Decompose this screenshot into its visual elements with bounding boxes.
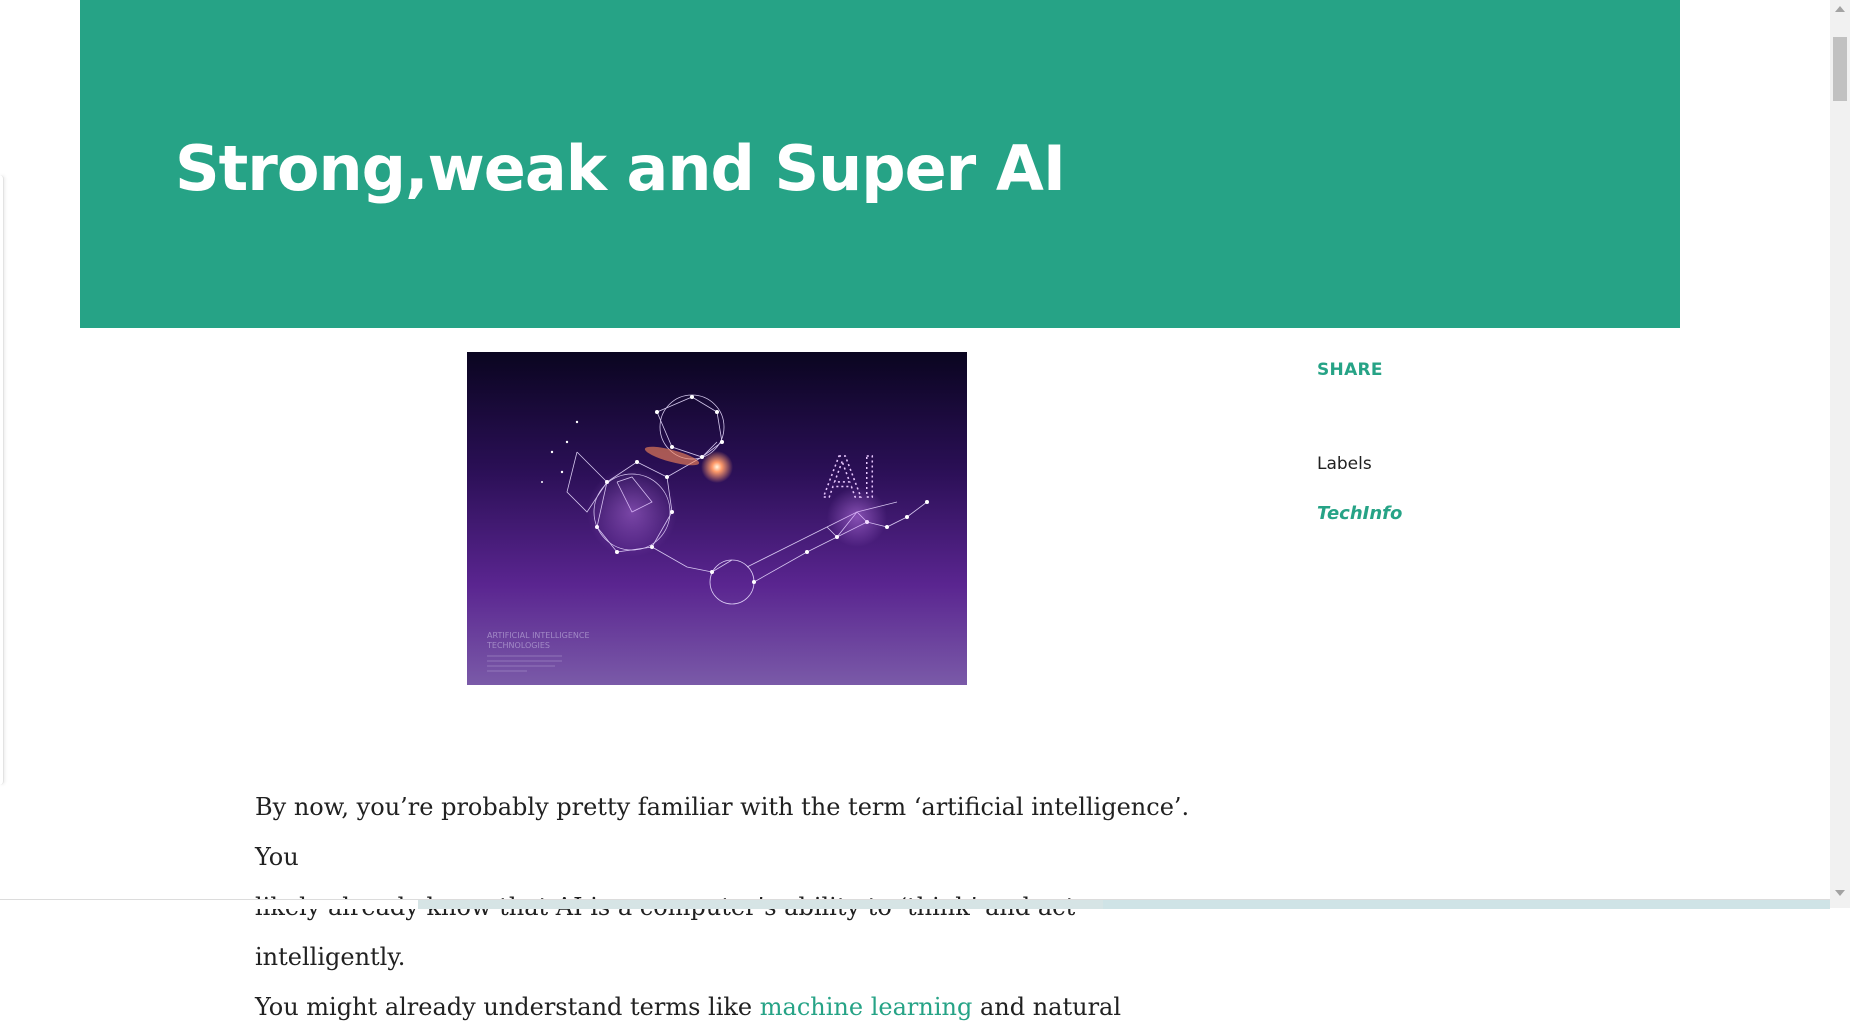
vertical-scrollbar[interactable] — [1830, 0, 1850, 908]
post-title: Strong,weak and Super AI — [175, 132, 1066, 205]
post-hero-image: AI ARTIFICIAL INTELLIGENCE TECHNOLOGIES — [467, 352, 967, 685]
body-line: By now, you’re probably pretty familiar … — [255, 793, 1190, 871]
body-line: likely already know that AI is a compute… — [255, 893, 1075, 971]
scroll-down-arrow-icon[interactable] — [1835, 890, 1845, 896]
label-link-techinfo[interactable]: TechInfo — [1317, 503, 1402, 524]
hero-caption-line1: ARTIFICIAL INTELLIGENCE — [487, 631, 590, 640]
hero-ai-text: AI — [823, 446, 878, 511]
body-line-end: and natural — [972, 993, 1122, 1021]
scroll-up-arrow-icon[interactable] — [1835, 6, 1845, 12]
machine-learning-link[interactable]: machine learning — [760, 993, 973, 1021]
body-line-start: You might already understand terms like — [255, 993, 760, 1021]
scrollbar-thumb[interactable] — [1833, 37, 1847, 101]
labels-heading: Labels — [1317, 454, 1372, 474]
body-line: You might already understand terms like … — [255, 982, 1215, 1032]
hero-caption-line2: TECHNOLOGIES — [486, 641, 550, 650]
share-button[interactable]: SHARE — [1317, 360, 1383, 380]
side-panel-edge — [0, 175, 4, 785]
